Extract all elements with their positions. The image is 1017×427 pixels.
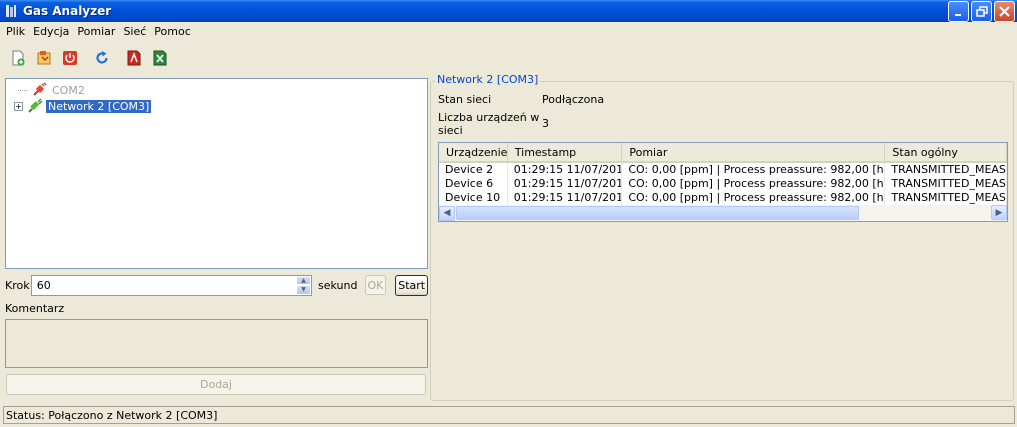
- table-row[interactable]: Device 6 01:29:15 11/07/2013 CO: 0,00 [p…: [439, 177, 1007, 191]
- network-details-group: [430, 81, 1014, 401]
- power-icon: [63, 51, 77, 65]
- menu-siec[interactable]: Sieć: [119, 25, 150, 38]
- column-header[interactable]: Stan ogólny: [885, 143, 1007, 161]
- new-button[interactable]: [8, 48, 28, 68]
- menu-pomoc[interactable]: Pomoc: [150, 25, 194, 38]
- dodaj-button[interactable]: Dodaj: [6, 374, 426, 395]
- new-icon: [12, 50, 25, 66]
- table-cell: Device 10: [439, 191, 508, 205]
- step-row: Krok 60 ▲ ▼ sekund OK Start: [5, 274, 429, 296]
- table-cell: 01:29:15 11/07/2013: [508, 177, 623, 191]
- minimize-icon: [954, 13, 961, 16]
- table-cell: 01:29:15 11/07/2013: [508, 191, 623, 205]
- status-bar: Status: Połączono z Network 2 [COM3]: [3, 406, 1015, 424]
- table-cell: TRANSMITTED_MEASRI: [885, 191, 1007, 205]
- window-title: Gas Analyzer: [23, 4, 112, 18]
- close-button[interactable]: [994, 1, 1015, 22]
- devices-table[interactable]: Urządzenie Timestamp Pomiar Stan ogólny …: [438, 142, 1008, 222]
- liczba-value: 3: [542, 117, 549, 130]
- excel-export-button[interactable]: [150, 48, 170, 68]
- excel-export-icon: [153, 50, 167, 66]
- start-button[interactable]: Start: [395, 274, 429, 296]
- power-button[interactable]: [60, 48, 80, 68]
- tree-connector: [18, 89, 27, 91]
- app-icon: [3, 3, 19, 19]
- table-cell: CO: 0,00 [ppm] | Process preassure: 982,…: [622, 177, 886, 191]
- tree-node-label: Network 2 [COM3]: [46, 99, 152, 113]
- krok-label: Krok: [5, 278, 30, 292]
- expand-icon[interactable]: +: [14, 101, 23, 111]
- table-cell: 01:29:15 11/07/2013: [508, 163, 623, 177]
- column-header[interactable]: Urządzenie: [439, 143, 508, 161]
- open-button[interactable]: [34, 48, 54, 68]
- stan-sieci-label: Stan sieci: [438, 93, 492, 106]
- liczba-label-line2: sieci: [438, 124, 463, 137]
- scroll-right-icon[interactable]: ▶: [991, 205, 1007, 220]
- restore-button[interactable]: [971, 1, 992, 22]
- menu-edycja[interactable]: Edycja: [29, 25, 73, 38]
- horizontal-scrollbar[interactable]: ◀ ▶: [439, 205, 1007, 221]
- komentarz-label: Komentarz: [5, 302, 65, 315]
- column-header[interactable]: Pomiar: [622, 143, 886, 161]
- table-cell: CO: 0,00 [ppm] | Process preassure: 982,…: [622, 191, 886, 205]
- table-row[interactable]: Device 10 01:29:15 11/07/2013 CO: 0,00 […: [439, 191, 1007, 205]
- open-icon: [37, 51, 51, 65]
- refresh-icon: [96, 51, 108, 64]
- stan-sieci-value: Podłączona: [542, 93, 605, 106]
- scrollbar-thumb[interactable]: [456, 206, 859, 220]
- refresh-button[interactable]: [92, 48, 112, 68]
- table-cell: Device 2: [439, 163, 508, 177]
- tree-node-network-2[interactable]: + Network 2 [COM3]: [14, 98, 152, 114]
- liczba-label-line1: Liczba urządzeń w: [438, 111, 540, 124]
- menu-pomiar[interactable]: Pomiar: [73, 25, 119, 38]
- menu-bar: Plik Edycja Pomiar Sieć Pomoc: [0, 22, 1017, 41]
- table-header: Urządzenie Timestamp Pomiar Stan ogólny: [439, 143, 1007, 163]
- pdf-export-button[interactable]: [124, 48, 144, 68]
- krok-spinner[interactable]: 60 ▲ ▼: [30, 274, 313, 296]
- status-text: Status: Połączono z Network 2 [COM3]: [6, 408, 218, 422]
- table-cell: CO: 0,00 [ppm] | Process preassure: 982,…: [622, 163, 886, 177]
- tree-node-label: COM2: [52, 83, 85, 97]
- komentarz-textarea[interactable]: [5, 319, 428, 368]
- connected-plug-icon: [27, 98, 43, 114]
- menu-plik[interactable]: Plik: [2, 25, 29, 38]
- disconnected-plug-icon: [31, 82, 47, 98]
- close-icon: [999, 6, 1010, 17]
- toolbar: [0, 44, 1017, 72]
- column-header[interactable]: Timestamp: [508, 143, 623, 161]
- ok-button[interactable]: OK: [364, 275, 387, 295]
- spin-down-icon[interactable]: ▼: [296, 285, 312, 295]
- spin-up-icon[interactable]: ▲: [296, 275, 312, 285]
- restore-icon: [975, 5, 988, 17]
- table-cell: TRANSMITTED_MEASRI: [885, 163, 1007, 177]
- title-bar: Gas Analyzer: [0, 0, 1017, 22]
- krok-value[interactable]: 60: [32, 279, 296, 292]
- table-cell: TRANSMITTED_MEASRI: [885, 177, 1007, 191]
- group-title: Network 2 [COM3]: [435, 73, 541, 86]
- table-cell: Device 6: [439, 177, 508, 191]
- minimize-button[interactable]: [948, 1, 969, 22]
- scroll-left-icon[interactable]: ◀: [439, 205, 455, 221]
- table-row[interactable]: Device 2 01:29:15 11/07/2013 CO: 0,00 [p…: [439, 163, 1007, 177]
- unit-label: sekund: [318, 278, 358, 292]
- tree-node-com2[interactable]: COM2: [18, 82, 87, 98]
- pdf-export-icon: [127, 50, 141, 66]
- network-tree[interactable]: COM2 + Network 2 [COM3]: [5, 78, 428, 269]
